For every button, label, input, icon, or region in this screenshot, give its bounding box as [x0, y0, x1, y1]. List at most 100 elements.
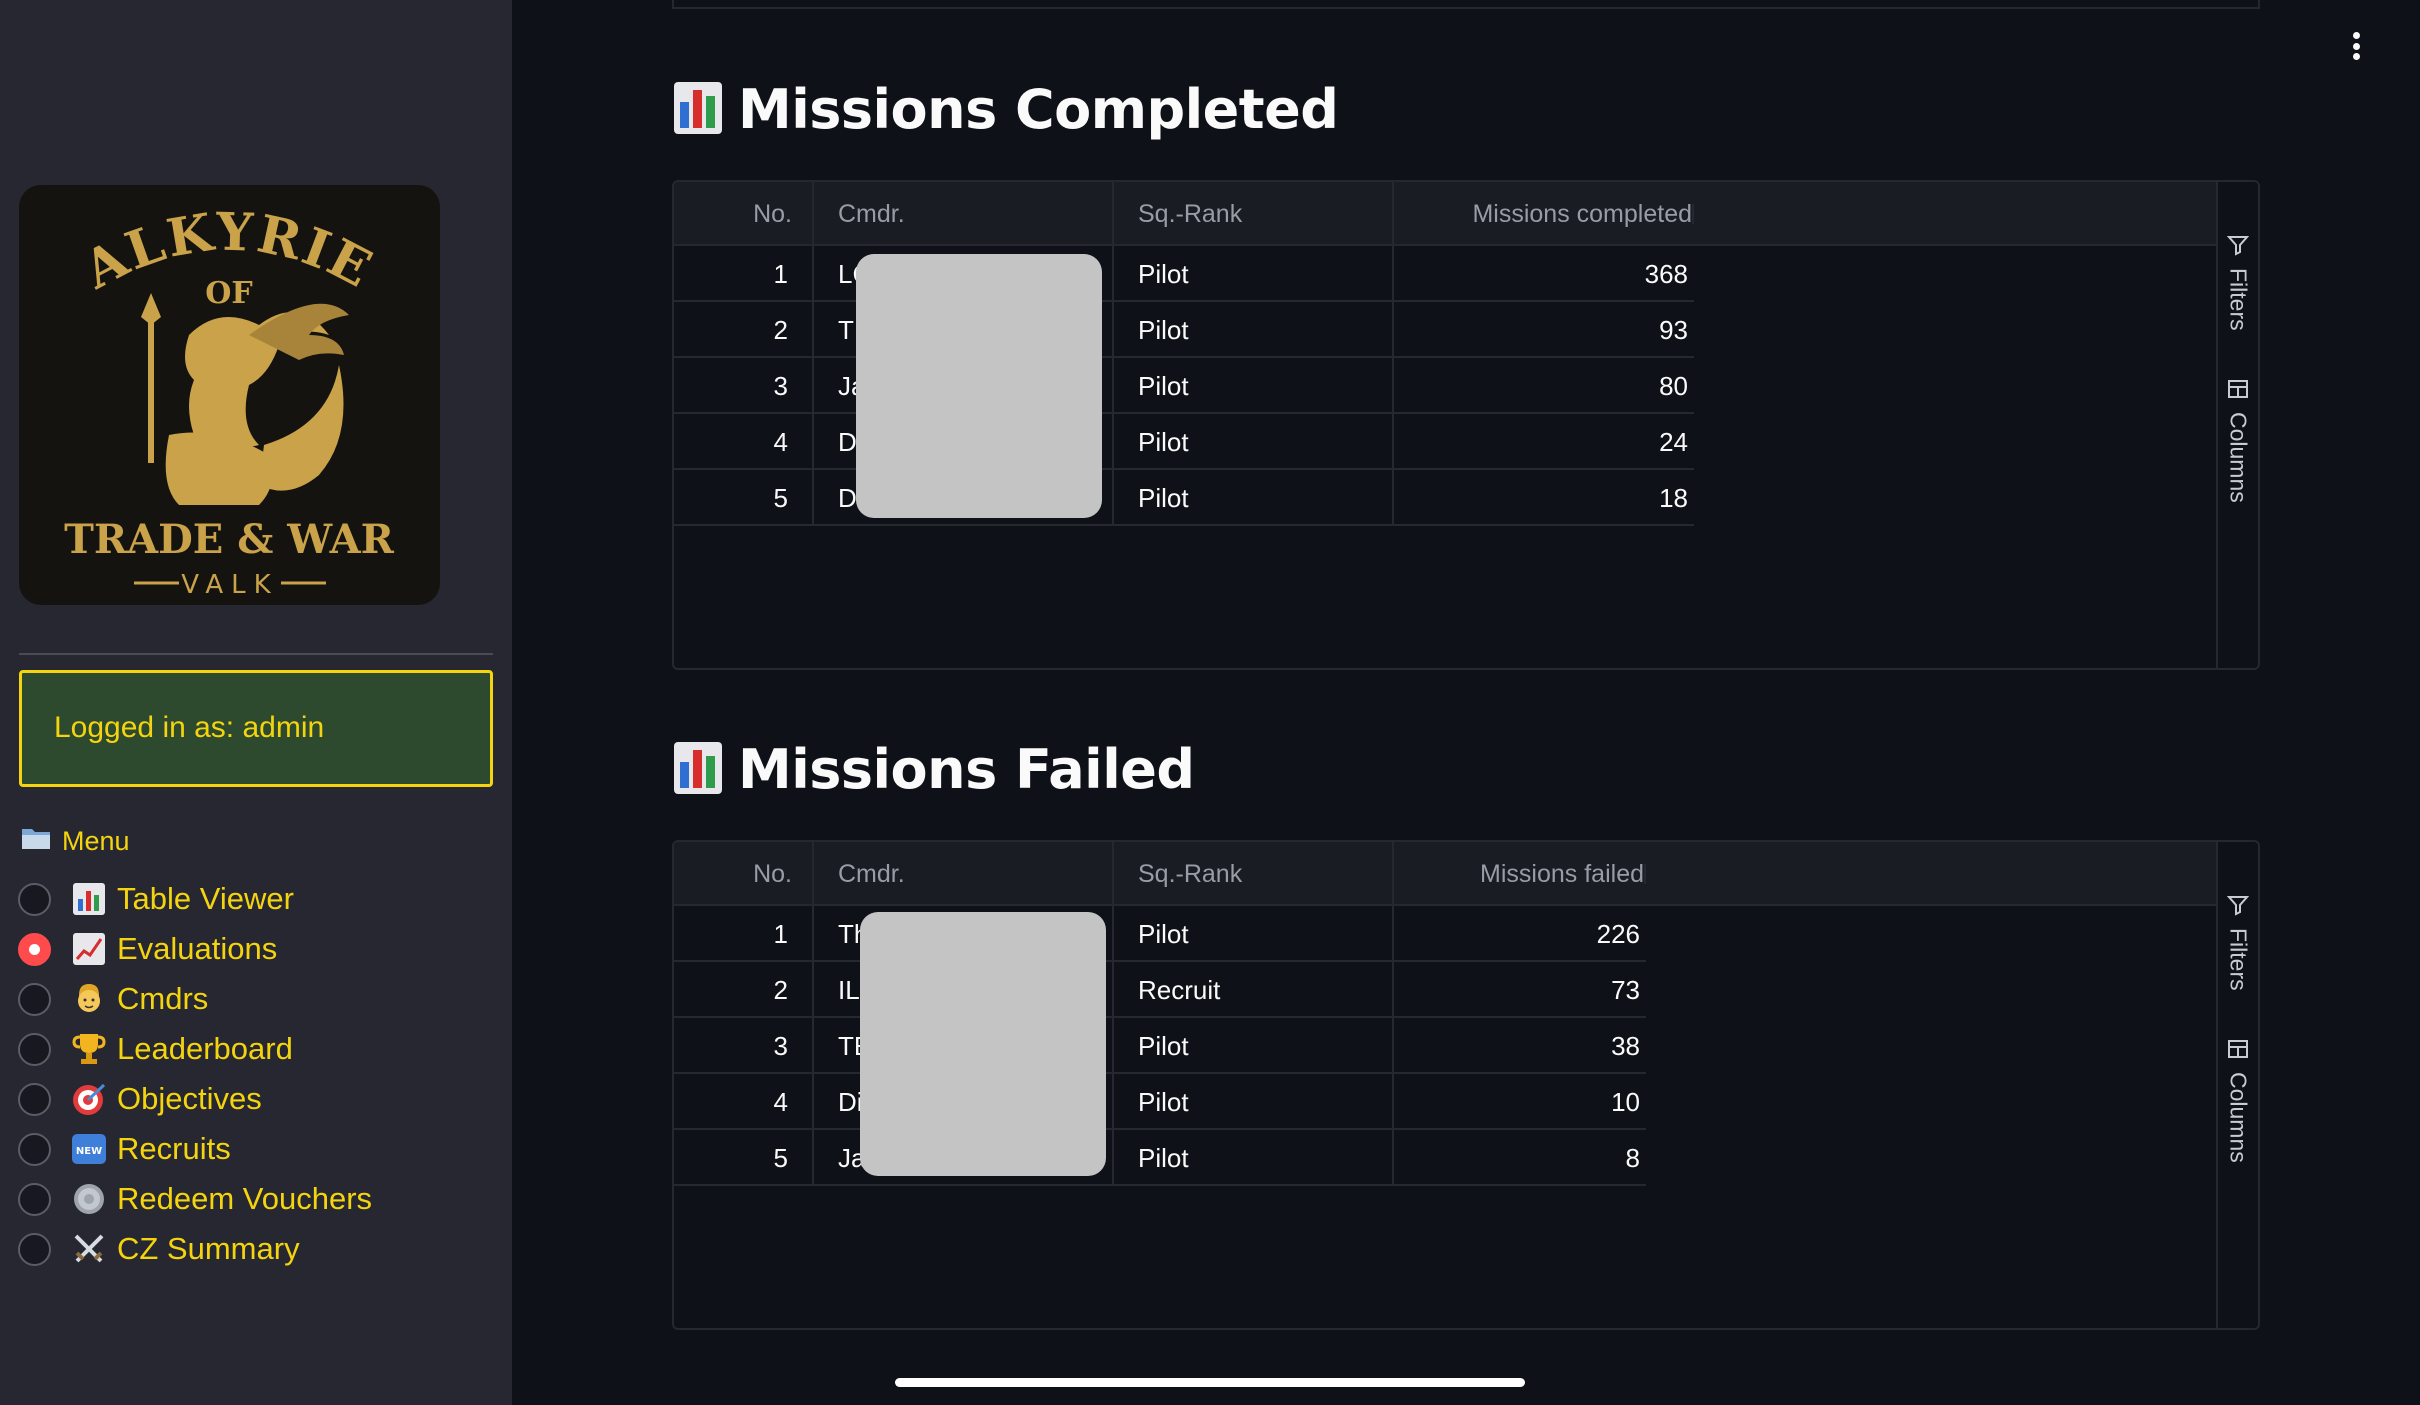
section-title-missions-completed: Missions Completed: [672, 78, 1339, 141]
row-number: 1: [773, 258, 788, 289]
table-header: No. Cmdr. Sq.-Rank Missions completed: [674, 182, 2220, 246]
cmdr-name: D: [838, 482, 857, 513]
row-number: 5: [773, 482, 788, 513]
radio-button[interactable]: [18, 982, 51, 1016]
home-indicator-bar[interactable]: [895, 1378, 1525, 1387]
valkyrie-emblem-icon: VALKYRIES OF TRADE & WAR VALK: [19, 185, 395, 600]
radio-button[interactable]: [18, 1082, 51, 1116]
menu-title: Menu: [62, 826, 130, 856]
missions-value: 38: [1611, 1030, 1640, 1061]
squadron-rank: Pilot: [1138, 1086, 1189, 1117]
column-header-no[interactable]: No.: [674, 842, 792, 906]
table-row[interactable]: 1 Th Pilot 226: [674, 906, 1646, 962]
menu-label-cz-summary: CZ Summary: [117, 1231, 300, 1266]
squadron-rank: Pilot: [1138, 1142, 1189, 1173]
previous-table-bottom: [672, 0, 2260, 9]
columns-icon: [2227, 378, 2249, 404]
table-side-toolbar: Filters Columns: [2216, 182, 2258, 668]
radio-button[interactable]: [18, 1232, 51, 1266]
menu-item-objectives[interactable]: Objectives: [18, 1074, 372, 1124]
missions-value: 24: [1659, 426, 1688, 457]
filters-button[interactable]: Filters: [2218, 894, 2258, 991]
new-badge-icon: NEW: [69, 1129, 109, 1169]
column-header-missions-failed[interactable]: Missions failed: [1394, 842, 1644, 906]
columns-label: Columns: [2225, 412, 2252, 503]
row-number: 5: [773, 1142, 788, 1173]
menu-label-objectives: Objectives: [117, 1081, 262, 1116]
main-menu-kebab-icon[interactable]: [2344, 30, 2368, 62]
login-status-text: Logged in as: admin: [54, 711, 325, 744]
menu-item-table-viewer[interactable]: Table Viewer: [18, 874, 372, 924]
squadron-rank: Pilot: [1138, 258, 1189, 289]
radio-button-selected[interactable]: [18, 932, 51, 966]
filter-icon: [2226, 234, 2250, 260]
menu-item-evaluations[interactable]: Evaluations: [18, 924, 372, 974]
sidebar: VALKYRIES OF TRADE & WAR VALK Logged in …: [0, 0, 512, 1405]
columns-label: Columns: [2225, 1072, 2252, 1163]
filters-label: Filters: [2225, 928, 2252, 991]
folder-icon: [20, 824, 52, 859]
missions-completed-table[interactable]: No. Cmdr. Sq.-Rank Missions completed 1 …: [672, 180, 2260, 670]
table-row[interactable]: 3 TE Pilot 38: [674, 1018, 1646, 1074]
menu-item-leaderboard[interactable]: Leaderboard: [18, 1024, 372, 1074]
missions-value: 18: [1659, 482, 1688, 513]
menu-item-cmdrs[interactable]: Cmdrs: [18, 974, 372, 1024]
squadron-rank: Pilot: [1138, 918, 1189, 949]
cmdr-name: IL: [838, 974, 860, 1005]
table-row[interactable]: 3 Ja Pilot 80: [674, 358, 1694, 414]
column-header-missions-completed[interactable]: Missions completed: [1394, 182, 1692, 246]
menu-item-recruits[interactable]: NEW Recruits: [18, 1124, 372, 1174]
radio-button[interactable]: [18, 882, 51, 916]
table-side-toolbar: Filters Columns: [2216, 842, 2258, 1328]
table-row[interactable]: 5 Ja Pilot 8: [674, 1130, 1646, 1186]
squadron-rank: Pilot: [1138, 370, 1189, 401]
missions-value: 226: [1596, 918, 1640, 949]
svg-text:OF: OF: [205, 276, 252, 311]
column-header-rank[interactable]: Sq.-Rank: [1138, 182, 1388, 246]
svg-text:TRADE & WAR: TRADE & WAR: [64, 516, 395, 563]
section-title-missions-failed: Missions Failed: [672, 738, 1195, 801]
valkyries-logo: VALKYRIES OF TRADE & WAR VALK: [19, 185, 440, 605]
menu-item-redeem-vouchers[interactable]: Redeem Vouchers: [18, 1174, 372, 1224]
columns-button[interactable]: Columns: [2218, 378, 2258, 503]
table-row[interactable]: 4 D Pilot 24: [674, 414, 1694, 470]
table-row[interactable]: 1 LC Pilot 368: [674, 246, 1694, 302]
missions-value: 368: [1644, 258, 1688, 289]
login-status-box: Logged in as: admin: [19, 670, 493, 787]
column-header-cmdr[interactable]: Cmdr.: [838, 842, 1088, 906]
bar-chart-icon: [672, 740, 724, 800]
bar-chart-icon: [672, 80, 724, 140]
missions-failed-table[interactable]: No. Cmdr. Sq.-Rank Missions failed 1 Th …: [672, 840, 2260, 1330]
menu-label-recruits: Recruits: [117, 1131, 231, 1166]
table-header: No. Cmdr. Sq.-Rank Missions failed: [674, 842, 2220, 906]
row-number: 2: [773, 314, 788, 345]
table-row[interactable]: 2 TI Pilot 93: [674, 302, 1694, 358]
sidebar-divider: [19, 653, 493, 655]
row-number: 1: [773, 918, 788, 949]
filters-button[interactable]: Filters: [2218, 234, 2258, 331]
table-row[interactable]: 2 IL Recruit 73: [674, 962, 1646, 1018]
menu-header: Menu: [20, 824, 130, 859]
column-header-cmdr[interactable]: Cmdr.: [838, 182, 1088, 246]
coin-icon: [69, 1179, 109, 1219]
column-header-rank[interactable]: Sq.-Rank: [1138, 842, 1388, 906]
menu-label-evaluations: Evaluations: [117, 931, 278, 966]
squadron-rank: Pilot: [1138, 1030, 1189, 1061]
target-icon: [69, 1079, 109, 1119]
missions-value: 10: [1611, 1086, 1640, 1117]
menu-item-cz-summary[interactable]: CZ Summary: [18, 1224, 372, 1274]
squadron-rank: Recruit: [1138, 974, 1221, 1005]
squadron-rank: Pilot: [1138, 314, 1189, 345]
column-header-no[interactable]: No.: [674, 182, 792, 246]
radio-button[interactable]: [18, 1132, 51, 1166]
radio-button[interactable]: [18, 1182, 51, 1216]
missions-value: 8: [1625, 1142, 1640, 1173]
radio-button[interactable]: [18, 1032, 51, 1066]
menu-label-redeem-vouchers: Redeem Vouchers: [117, 1181, 373, 1216]
table-row[interactable]: 5 D Pilot 18: [674, 470, 1694, 526]
row-number: 3: [773, 370, 788, 401]
table-row[interactable]: 4 Di Pilot 10: [674, 1074, 1646, 1130]
columns-button[interactable]: Columns: [2218, 1038, 2258, 1163]
svg-text:NEW: NEW: [76, 1146, 102, 1157]
redaction-block: [856, 254, 1102, 518]
